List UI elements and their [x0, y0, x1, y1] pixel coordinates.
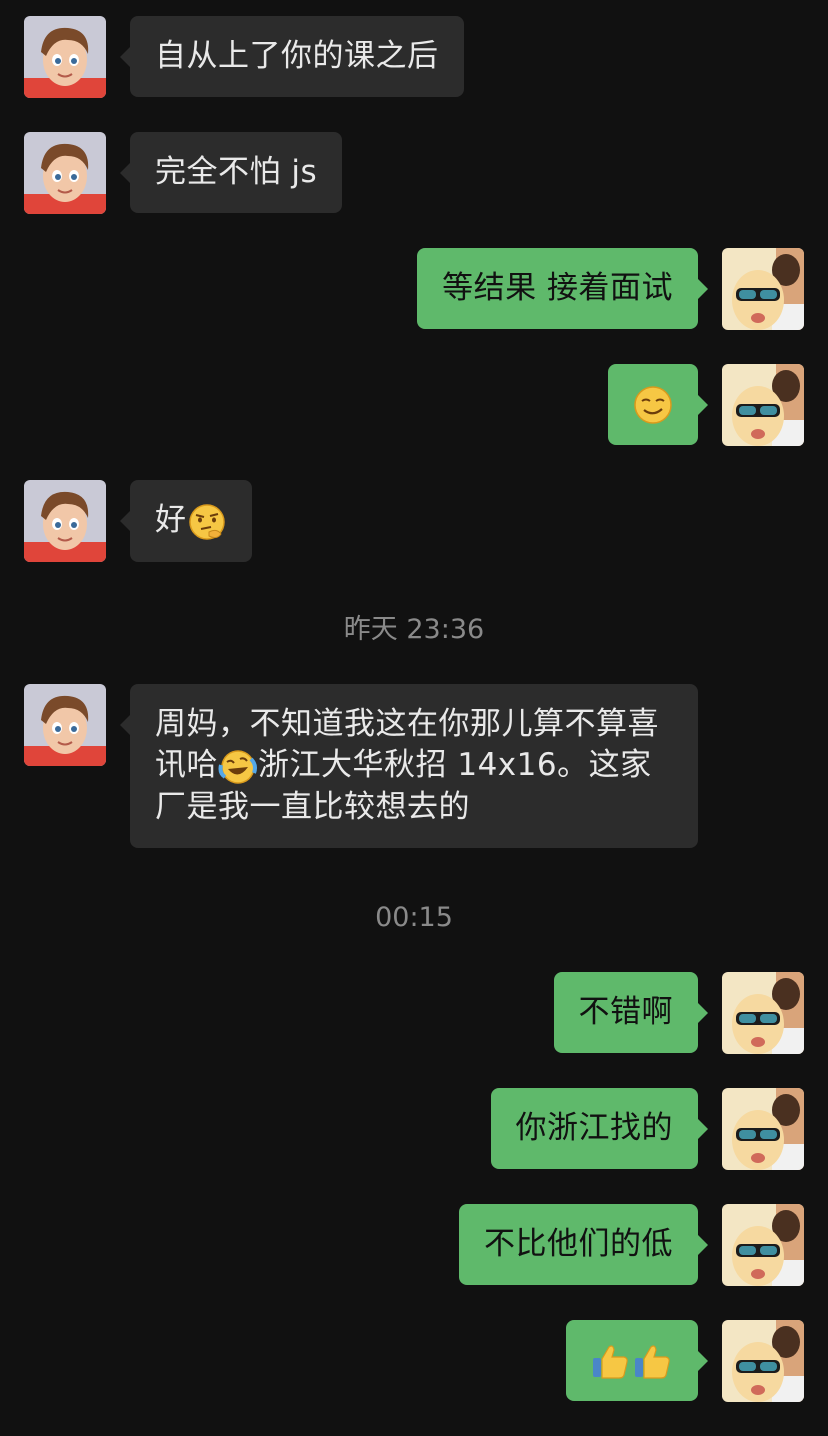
outgoing-message-bubble[interactable]: 等结果 接着面试 [417, 248, 708, 329]
thumbs-up-emoji-icon [593, 1345, 628, 1379]
self-avatar[interactable] [722, 972, 804, 1054]
self-avatar[interactable] [722, 1204, 804, 1286]
outgoing-message-bubble[interactable]: 不错啊 [553, 972, 708, 1053]
self-avatar[interactable] [722, 1320, 804, 1402]
outgoing-message-bubble[interactable]: 不比他们的低 [459, 1204, 708, 1285]
timestamp: 00:15 [375, 902, 453, 933]
thumbs-up-emoji-icon [635, 1345, 670, 1379]
incoming-message-bubble[interactable]: 自从上了你的课之后 [120, 16, 464, 97]
incoming-message-bubble[interactable]: 完全不怕 js [119, 132, 343, 213]
contact-avatar[interactable] [24, 480, 106, 562]
thinking-face-emoji-icon [188, 503, 225, 540]
outgoing-message-bubble[interactable] [566, 1320, 708, 1401]
self-avatar[interactable] [722, 248, 804, 330]
self-avatar[interactable] [722, 364, 804, 446]
contact-avatar[interactable] [24, 16, 106, 98]
contact-avatar[interactable] [24, 132, 106, 214]
incoming-message-bubble[interactable]: 好 [120, 480, 252, 562]
outgoing-message-bubble[interactable] [608, 364, 708, 445]
outgoing-message-bubble[interactable]: 你浙江找的 [490, 1088, 708, 1169]
smirk-face-emoji-icon [634, 386, 672, 424]
contact-avatar[interactable] [24, 684, 106, 766]
self-avatar[interactable] [722, 1088, 804, 1170]
timestamp: 昨天 23:36 [343, 614, 485, 645]
laughing-crying-emoji-icon [218, 749, 257, 784]
incoming-message-bubble[interactable]: 周妈，不知道我这在你那儿算不算喜讯哈 浙江大华秋招 14x16。这家厂是我一直比… [120, 684, 698, 848]
